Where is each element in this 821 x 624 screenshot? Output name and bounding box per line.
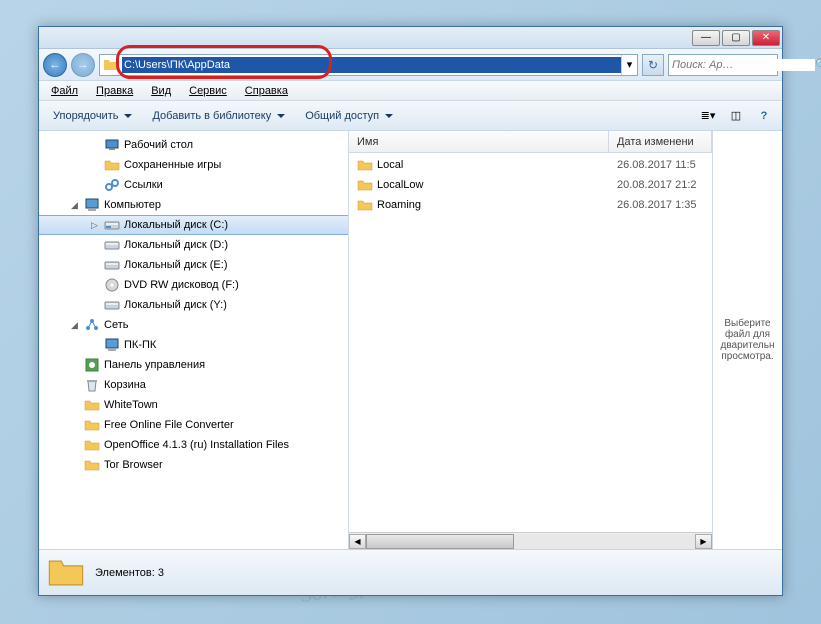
file-name: Local bbox=[377, 159, 403, 171]
tree-item-label: Локальный диск (Y:) bbox=[124, 299, 227, 311]
expand-icon[interactable]: ▷ bbox=[89, 220, 100, 231]
file-list[interactable]: Local 26.08.2017 11:5 LocalLow 20.08.2017 2… bbox=[349, 153, 712, 532]
tree-item[interactable]: Локальный диск (Y:) bbox=[39, 295, 348, 315]
tree-item[interactable]: ◢ Сеть bbox=[39, 315, 348, 335]
tree-item-label: Free Online File Converter bbox=[104, 419, 234, 431]
menu-help[interactable]: Справка bbox=[237, 83, 296, 99]
folder-icon bbox=[47, 554, 85, 592]
expand-icon[interactable]: ◢ bbox=[69, 320, 80, 331]
file-name: Roaming bbox=[377, 199, 421, 211]
tree-item-label: Компьютер bbox=[104, 199, 161, 211]
content-pane: Имя Дата изменени Local26.08.2017 11:5Lo… bbox=[349, 131, 712, 549]
menu-tools[interactable]: Сервис bbox=[181, 83, 235, 99]
titlebar: — ▢ ✕ bbox=[39, 27, 782, 49]
tree-item[interactable]: Tor Browser bbox=[39, 455, 348, 475]
tree-item[interactable]: Free Online File Converter bbox=[39, 415, 348, 435]
status-label: Элементов: 3 bbox=[95, 567, 164, 579]
address-input[interactable] bbox=[122, 57, 621, 73]
file-row[interactable]: Roaming 26.08.2017 1:35 bbox=[349, 195, 712, 215]
tree-item-label: Tor Browser bbox=[104, 459, 163, 471]
tree-item-label: ПК-ПК bbox=[124, 339, 156, 351]
scroll-right-button[interactable]: ▶ bbox=[695, 534, 712, 549]
close-button[interactable]: ✕ bbox=[752, 30, 780, 46]
tree-item-label: Панель управления bbox=[104, 359, 205, 371]
tree-item-label: DVD RW дисковод (F:) bbox=[124, 279, 239, 291]
tree-item[interactable]: Корзина bbox=[39, 375, 348, 395]
share-button[interactable]: Общий доступ bbox=[297, 107, 401, 125]
col-name[interactable]: Имя bbox=[349, 131, 609, 152]
tree-item-label: Рабочий стол bbox=[124, 139, 193, 151]
search-box[interactable]: 🔍 bbox=[668, 54, 778, 76]
maximize-button[interactable]: ▢ bbox=[722, 30, 750, 46]
expand-icon[interactable]: ◢ bbox=[69, 200, 80, 211]
menu-edit[interactable]: Правка bbox=[88, 83, 141, 99]
status-bar: Элементов: 3 bbox=[39, 549, 782, 595]
tree-item-label: Локальный диск (E:) bbox=[124, 259, 228, 271]
preview-pane-button[interactable]: ◫ bbox=[724, 105, 748, 127]
view-mode-button[interactable]: ≣▾ bbox=[696, 105, 720, 127]
nav-tree[interactable]: Рабочий стол Сохраненные игры Ссылки ◢ Компь… bbox=[39, 131, 349, 549]
tree-item[interactable]: Ссылки bbox=[39, 175, 348, 195]
tree-item[interactable]: DVD RW дисковод (F:) bbox=[39, 275, 348, 295]
organize-button[interactable]: Упорядочить bbox=[45, 107, 140, 125]
tree-item-label: WhiteTown bbox=[104, 399, 158, 411]
file-date: 26.08.2017 11:5 bbox=[609, 159, 712, 171]
tree-item[interactable]: Панель управления bbox=[39, 355, 348, 375]
preview-pane: Выберите файл для дварительн просмотра. bbox=[712, 131, 782, 549]
tree-item[interactable]: Локальный диск (E:) bbox=[39, 255, 348, 275]
menu-view[interactable]: Вид bbox=[143, 83, 179, 99]
help-button[interactable]: ? bbox=[752, 105, 776, 127]
back-button[interactable]: ← bbox=[43, 53, 67, 77]
explorer-window: — ▢ ✕ ← → ▾ ↻ 🔍 Файл Правка Вид Сервис С… bbox=[38, 26, 783, 596]
add-to-library-button[interactable]: Добавить в библиотеку bbox=[144, 107, 293, 125]
scroll-track[interactable] bbox=[366, 534, 695, 549]
file-row[interactable]: LocalLow 20.08.2017 21:2 bbox=[349, 175, 712, 195]
file-date: 26.08.2017 1:35 bbox=[609, 199, 712, 211]
nav-bar: ← → ▾ ↻ 🔍 bbox=[39, 49, 782, 81]
file-row[interactable]: Local 26.08.2017 11:5 bbox=[349, 155, 712, 175]
tree-item[interactable]: Рабочий стол bbox=[39, 135, 348, 155]
column-header[interactable]: Имя Дата изменени bbox=[349, 131, 712, 153]
tree-item[interactable]: ▷ Локальный диск (C:) bbox=[39, 215, 348, 235]
col-date[interactable]: Дата изменени bbox=[609, 131, 712, 152]
address-bar[interactable]: ▾ bbox=[99, 54, 638, 76]
file-date: 20.08.2017 21:2 bbox=[609, 179, 712, 191]
tree-item-label: Корзина bbox=[104, 379, 146, 391]
tree-item[interactable]: ◢ Компьютер bbox=[39, 195, 348, 215]
toolbar: Упорядочить Добавить в библиотеку Общий … bbox=[39, 101, 782, 131]
folder-icon bbox=[103, 57, 119, 73]
address-dropdown[interactable]: ▾ bbox=[621, 55, 637, 75]
tree-item-label: Сеть bbox=[104, 319, 128, 331]
tree-item[interactable]: WhiteTown bbox=[39, 395, 348, 415]
tree-item[interactable]: Локальный диск (D:) bbox=[39, 235, 348, 255]
tree-item-label: OpenOffice 4.1.3 (ru) Installation Files bbox=[104, 439, 289, 451]
search-icon: 🔍 bbox=[815, 58, 821, 71]
tree-item[interactable]: ПК-ПК bbox=[39, 335, 348, 355]
menu-file[interactable]: Файл bbox=[43, 83, 86, 99]
forward-button[interactable]: → bbox=[71, 53, 95, 77]
refresh-button[interactable]: ↻ bbox=[642, 54, 664, 76]
scroll-left-button[interactable]: ◀ bbox=[349, 534, 366, 549]
scroll-thumb[interactable] bbox=[366, 534, 514, 549]
menu-bar: Файл Правка Вид Сервис Справка bbox=[39, 81, 782, 101]
tree-item-label: Сохраненные игры bbox=[124, 159, 221, 171]
tree-item[interactable]: OpenOffice 4.1.3 (ru) Installation Files bbox=[39, 435, 348, 455]
tree-item-label: Ссылки bbox=[124, 179, 163, 191]
search-input[interactable] bbox=[672, 59, 815, 71]
minimize-button[interactable]: — bbox=[692, 30, 720, 46]
tree-item-label: Локальный диск (D:) bbox=[124, 239, 228, 251]
tree-item-label: Локальный диск (C:) bbox=[124, 219, 228, 231]
h-scrollbar[interactable]: ◀ ▶ bbox=[349, 532, 712, 549]
file-name: LocalLow bbox=[377, 179, 423, 191]
tree-item[interactable]: Сохраненные игры bbox=[39, 155, 348, 175]
